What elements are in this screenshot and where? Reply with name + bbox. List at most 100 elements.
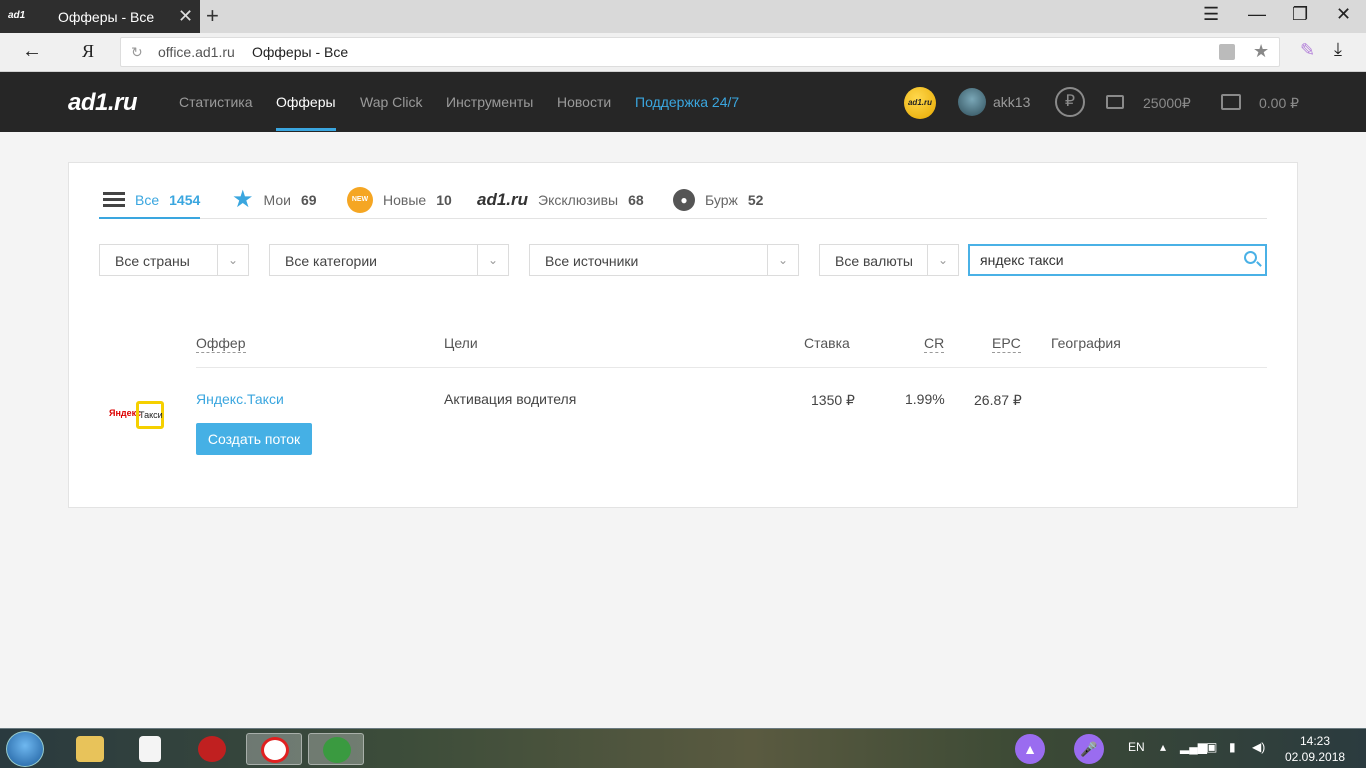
yandex-browser-icon[interactable] bbox=[246, 733, 302, 765]
offer-name-link[interactable]: Яндекс.Такси bbox=[196, 391, 284, 407]
source-select-value: Все источники bbox=[545, 253, 639, 269]
col-offer[interactable]: Оффер bbox=[196, 335, 246, 353]
chevron-down-icon[interactable]: ⌄ bbox=[217, 245, 248, 275]
username[interactable]: akk13 bbox=[993, 94, 1030, 110]
menu-icon[interactable]: ☰ bbox=[1203, 4, 1219, 25]
start-button-icon[interactable] bbox=[6, 731, 44, 767]
nav-offers[interactable]: Офферы bbox=[276, 94, 336, 110]
tray-expand-icon[interactable]: ▴ bbox=[1160, 740, 1166, 754]
col-geo: География bbox=[1051, 335, 1121, 351]
nav-support[interactable]: Поддержка 24/7 bbox=[635, 94, 739, 110]
offer-logo-taxi: Такси bbox=[136, 401, 164, 429]
battery-icon[interactable]: ▮ bbox=[1229, 740, 1236, 754]
search-input[interactable]: яндекс такси bbox=[968, 244, 1267, 276]
chevron-down-icon[interactable]: ⌄ bbox=[477, 245, 508, 275]
back-arrow-icon[interactable]: ← bbox=[22, 40, 42, 63]
tab-label: Все bbox=[135, 192, 160, 208]
col-epc[interactable]: EPC bbox=[992, 335, 1021, 353]
new-tab-icon[interactable]: + bbox=[206, 3, 219, 29]
nav-active-indicator bbox=[276, 128, 336, 131]
nav-news[interactable]: Новости bbox=[557, 94, 611, 110]
nav-wap-click[interactable]: Wap Click bbox=[360, 94, 423, 110]
tab-label: Эксклюзивы bbox=[538, 192, 619, 208]
microphone-icon[interactable]: 🎤 bbox=[1074, 734, 1104, 764]
new-badge-icon: NEW bbox=[347, 187, 373, 213]
tab-label: Бурж bbox=[705, 192, 738, 208]
col-rate: Ставка bbox=[804, 335, 850, 351]
tab-count: 69 bbox=[300, 192, 317, 208]
lock-icon[interactable] bbox=[1219, 44, 1235, 60]
tab-all[interactable]: Все 1454 bbox=[103, 181, 200, 219]
download-icon[interactable]: ⤓ bbox=[1334, 39, 1342, 60]
chevron-down-icon[interactable]: ⌄ bbox=[927, 245, 958, 275]
globe-app-icon[interactable] bbox=[308, 733, 364, 765]
url-field[interactable]: ↻ office.ad1.ru Офферы - Все ★ bbox=[120, 37, 1280, 67]
create-stream-button[interactable]: Создать поток bbox=[196, 423, 312, 455]
avatar[interactable] bbox=[958, 88, 986, 116]
volume-icon[interactable]: ◀) bbox=[1252, 740, 1265, 754]
wallet-balance[interactable]: 25000₽ bbox=[1143, 95, 1191, 112]
search-value: яндекс такси bbox=[980, 252, 1064, 268]
restore-icon[interactable]: ❐ bbox=[1292, 4, 1308, 25]
country-select[interactable]: Все страны ⌄ bbox=[99, 244, 249, 276]
briefcase-icon bbox=[1221, 94, 1241, 110]
ad1-logo-icon: ad1.ru bbox=[477, 190, 529, 209]
tab-active-indicator bbox=[99, 217, 200, 219]
url-page-title: Офферы - Все bbox=[252, 44, 349, 60]
hold-balance[interactable]: 0.00 ₽ bbox=[1259, 95, 1299, 112]
tabs-divider bbox=[99, 218, 1267, 219]
list-icon bbox=[103, 192, 125, 208]
col-cr[interactable]: CR bbox=[924, 335, 945, 353]
category-select[interactable]: Все категории ⌄ bbox=[269, 244, 509, 276]
nav-tools[interactable]: Инструменты bbox=[446, 94, 533, 110]
tab-burzh[interactable]: ● Бурж 52 bbox=[673, 181, 763, 219]
site-header: ad1.ru Статистика Офферы Wap Click Инстр… bbox=[0, 72, 1366, 132]
bookmark-star-icon[interactable]: ★ bbox=[1253, 41, 1269, 62]
site-logo[interactable]: ad1.ru bbox=[68, 89, 138, 117]
nav-statistics[interactable]: Статистика bbox=[179, 94, 253, 110]
document-icon[interactable] bbox=[122, 733, 178, 765]
offer-epc: 26.87 ₽ bbox=[974, 392, 1022, 408]
reload-icon[interactable]: ↻ bbox=[131, 44, 143, 61]
search-icon[interactable] bbox=[1244, 251, 1257, 264]
country-select-value: Все страны bbox=[115, 253, 190, 269]
tab-label: Мои bbox=[263, 192, 291, 208]
app-red-icon[interactable] bbox=[184, 733, 240, 765]
clock-time: 14:23 bbox=[1299, 734, 1331, 748]
tab-exclusive[interactable]: ad1.ru Эксклюзивы 68 bbox=[477, 181, 644, 219]
signal-icon[interactable]: ▂▄▆ bbox=[1180, 740, 1207, 754]
minimize-icon[interactable]: — bbox=[1248, 4, 1266, 25]
globe-icon: ● bbox=[673, 189, 695, 211]
tab-count: 1454 bbox=[169, 192, 201, 208]
ruble-icon[interactable]: ₽ bbox=[1055, 87, 1085, 117]
clock-date: 02.09.2018 bbox=[1285, 750, 1346, 764]
source-select[interactable]: Все источники ⌄ bbox=[529, 244, 799, 276]
explorer-icon[interactable] bbox=[62, 733, 118, 765]
category-select-value: Все категории bbox=[285, 253, 377, 269]
currency-select-value: Все валюты bbox=[835, 253, 913, 269]
offer-rate: 1350 ₽ bbox=[811, 392, 855, 408]
tab-my[interactable]: ★ Мои 69 bbox=[232, 181, 317, 219]
tab-count: 10 bbox=[436, 192, 452, 208]
taskbar: ▲ 🎤 EN ▴ ▂▄▆ ▣ ▮ ◀) 14:23 02.09.2018 bbox=[0, 728, 1366, 768]
wallet-icon bbox=[1106, 95, 1124, 109]
offer-goal: Активация водителя bbox=[444, 391, 577, 407]
offer-logo: Яндекс Такси bbox=[109, 399, 165, 431]
favicon-icon: ad1 bbox=[8, 10, 26, 21]
close-window-icon[interactable]: ✕ bbox=[1336, 4, 1351, 25]
browser-tab[interactable]: ad1 Офферы - Все ✕ bbox=[0, 0, 200, 33]
network-icon[interactable]: ▣ bbox=[1206, 740, 1217, 754]
tab-label: Новые bbox=[383, 192, 427, 208]
browser-tabbar: ad1 Офферы - Все ✕ + ☰ — ❐ ✕ bbox=[0, 0, 1366, 33]
close-tab-icon[interactable]: ✕ bbox=[178, 6, 193, 27]
alice-icon[interactable]: ▲ bbox=[1015, 734, 1045, 764]
pen-icon[interactable]: ✎ bbox=[1300, 40, 1315, 61]
chevron-down-icon[interactable]: ⌄ bbox=[767, 245, 798, 275]
currency-select[interactable]: Все валюты ⌄ bbox=[819, 244, 959, 276]
clock[interactable]: 14:23 02.09.2018 bbox=[1285, 733, 1345, 765]
tab-new[interactable]: NEW Новые 10 bbox=[347, 181, 452, 219]
language-indicator[interactable]: EN bbox=[1128, 740, 1145, 754]
yandex-icon[interactable]: Я bbox=[82, 41, 94, 62]
tab-count: 68 bbox=[628, 192, 644, 208]
ad1-badge-icon[interactable]: ad1.ru bbox=[904, 87, 936, 119]
